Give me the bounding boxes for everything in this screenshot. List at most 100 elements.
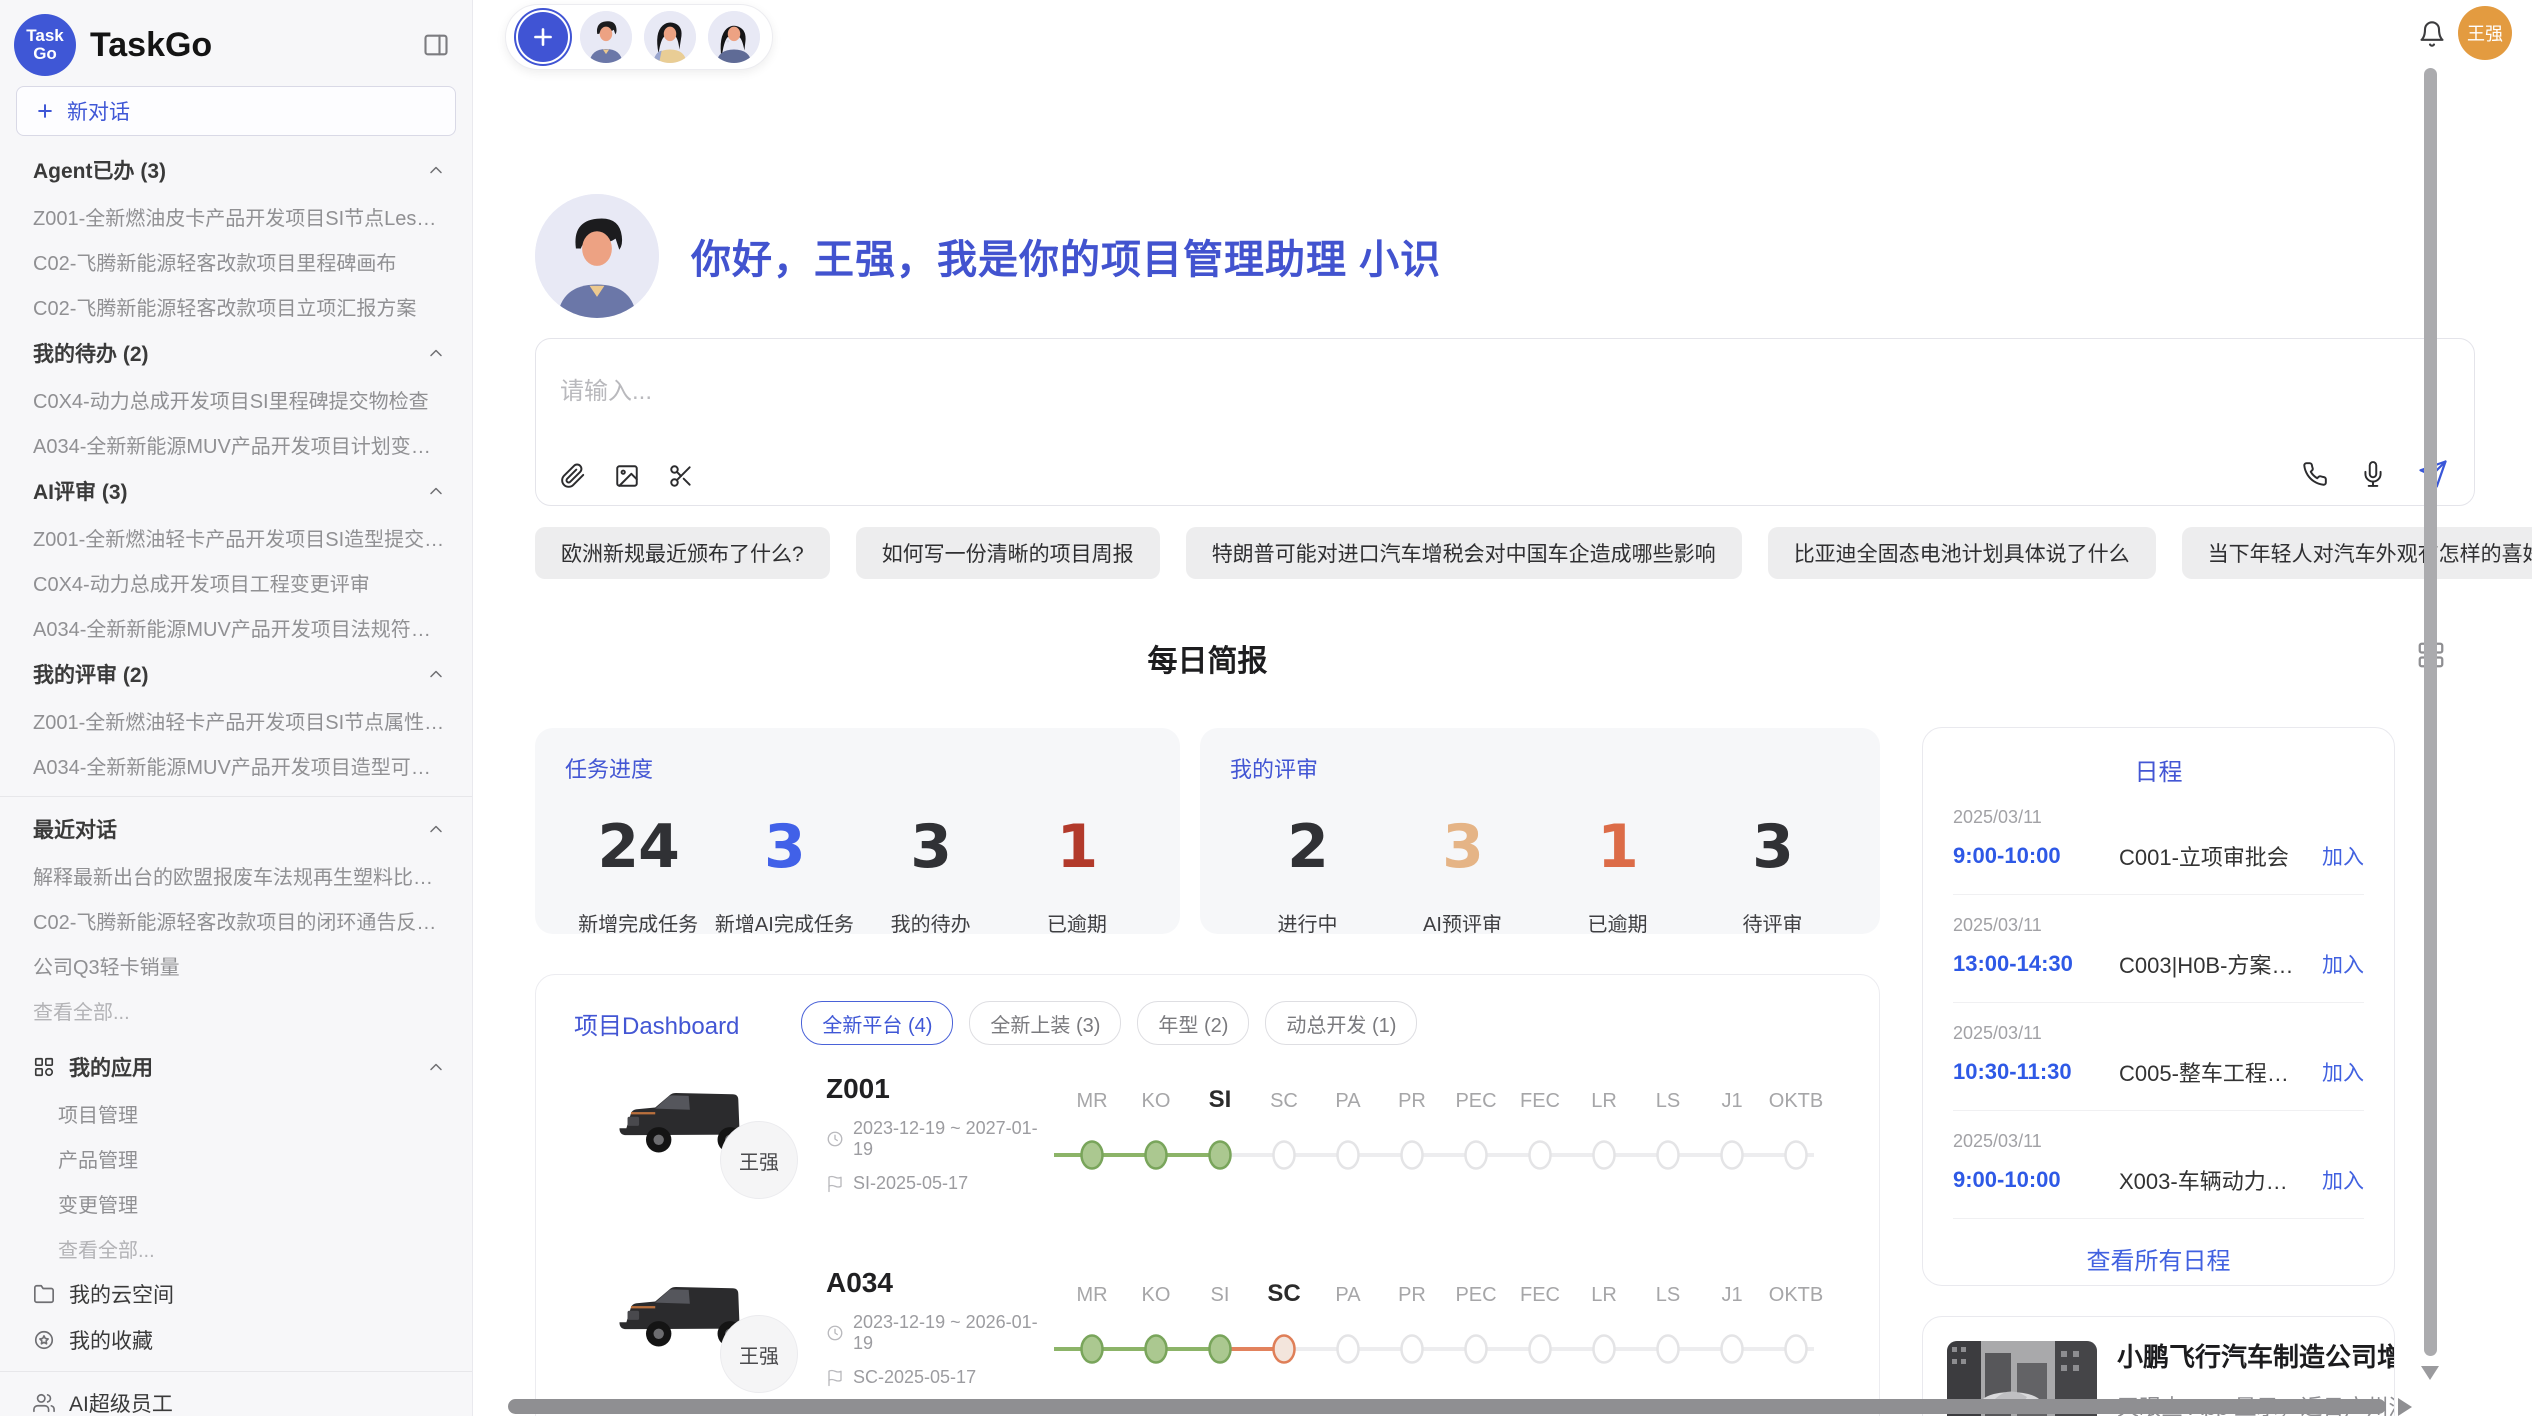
flag-icon — [826, 1369, 844, 1387]
sidebar-header: Task Go TaskGo — [0, 0, 472, 82]
stat-item: 1已逾期 — [1004, 812, 1150, 937]
sidebar-section-header[interactable]: 我的应用 — [0, 1043, 472, 1091]
svg-text:LR: LR — [1591, 1090, 1617, 1112]
chevron-up-icon[interactable] — [426, 160, 446, 180]
scroll-right-arrow-icon[interactable] — [2398, 1398, 2412, 1416]
schedule-item: 2025/03/1113:00-14:30C003|H0B-方案冻结评审加入 — [1953, 895, 2364, 1003]
project-milestone-flag: SI-2025-05-17 — [826, 1173, 1046, 1194]
sidebar-tool-people[interactable]: AI超级员工 — [0, 1380, 472, 1416]
section-title: 我的应用 — [69, 1052, 426, 1082]
new-chat-button[interactable]: 新对话 — [16, 86, 456, 136]
paperclip-icon[interactable] — [560, 463, 586, 489]
microphone-icon[interactable] — [2360, 461, 2386, 487]
app-item[interactable]: 产品管理 — [0, 1136, 472, 1181]
suggestion-chips: 欧洲新规最近颁布了什么? 如何写一份清晰的项目周报特朗普可能对进口汽车增税会对中国… — [535, 527, 2532, 579]
sidebar-task-item[interactable]: C0X4-动力总成开发项目SI里程碑提交物检查 — [0, 377, 472, 422]
view-all-chats-link[interactable]: 查看全部... — [0, 988, 472, 1033]
sidebar-task-item[interactable]: A034-全新新能源MUV产品开发项目造型可行性评审 — [0, 743, 472, 788]
dashboard-tab[interactable]: 全新上装 (3) — [969, 1001, 1121, 1045]
schedule-item-main: 9:00-10:00C001-立项审批会加入 — [1953, 840, 2364, 872]
sidebar-task-item[interactable]: Z001-全新燃油轻卡产品开发项目SI节点属性5D文件评审 — [0, 698, 472, 743]
sidebar-section-header[interactable]: AI评审 (3) — [0, 467, 472, 515]
chevron-up-icon[interactable] — [426, 343, 446, 363]
suggestion-chip[interactable]: 如何写一份清晰的项目周报 — [856, 527, 1160, 579]
svg-text:PEC: PEC — [1455, 1090, 1496, 1112]
input-toolbar — [560, 463, 694, 489]
chevron-up-icon[interactable] — [426, 664, 446, 684]
app-item[interactable]: 项目管理 — [0, 1091, 472, 1136]
svg-text:PA: PA — [1335, 1090, 1361, 1112]
sidebar-task-item[interactable]: Z001-全新燃油轻卡产品开发项目SI造型提交物评审 — [0, 515, 472, 560]
app-item[interactable]: 变更管理 — [0, 1181, 472, 1226]
stat-row: 24新增完成任务3新增AI完成任务3我的待办1已逾期 — [565, 812, 1150, 937]
sidebar-task-item[interactable]: Z001-全新燃油皮卡产品开发项目SI节点Lesson Learn报告 — [0, 194, 472, 239]
scroll-down-arrow-icon[interactable] — [2421, 1366, 2439, 1380]
divider — [0, 1371, 472, 1372]
agent-avatars — [580, 11, 760, 63]
sidebar-section-header[interactable]: 我的待办 (2) — [0, 329, 472, 377]
logo-line2: Go — [33, 45, 57, 63]
view-all-apps-link[interactable]: 查看全部... — [0, 1226, 472, 1271]
user-avatar[interactable]: 王强 — [2458, 6, 2512, 60]
sidebar-task-item[interactable]: C02-飞腾新能源轻客改款项目立项汇报方案 — [0, 284, 472, 329]
suggestion-chip[interactable]: 欧洲新规最近颁布了什么? — [535, 527, 830, 579]
horizontal-scrollbar[interactable] — [508, 1399, 2386, 1414]
sidebar-task-item[interactable]: C02-飞腾新能源轻客改款项目里程碑画布 — [0, 239, 472, 284]
scissors-icon[interactable] — [668, 463, 694, 489]
sidebar-section-header[interactable]: 我的评审 (2) — [0, 650, 472, 698]
recent-chat-item[interactable]: 公司Q3轻卡销量 — [0, 943, 472, 988]
sidebar-link-folder[interactable]: 我的云空间 — [0, 1271, 472, 1317]
stat-label: 我的待办 — [858, 908, 1004, 937]
recent-chat-item[interactable]: C02-飞腾新能源轻客改款项目的闭环通告反馈情况 — [0, 898, 472, 943]
sidebar-task-item[interactable]: C0X4-动力总成开发项目工程变更评审 — [0, 560, 472, 605]
join-link[interactable]: 加入 — [2322, 949, 2364, 979]
recent-chat-item[interactable]: 解释最新出台的欧盟报废车法规再生塑料比例被调至15%... — [0, 853, 472, 898]
dashboard-tab[interactable]: 动总开发 (1) — [1265, 1001, 1417, 1045]
stat-item: 2进行中 — [1230, 812, 1385, 937]
notifications-bell-icon[interactable] — [2418, 20, 2446, 48]
chevron-up-icon[interactable] — [426, 819, 446, 839]
suggestion-chip[interactable]: 当下年轻人对汽车外观有怎样的喜好趋势 — [2182, 527, 2532, 579]
chevron-up-icon[interactable] — [426, 481, 446, 501]
agent-avatar[interactable] — [644, 11, 696, 63]
chat-input[interactable] — [536, 339, 2474, 435]
section-title: 最近对话 — [33, 814, 426, 844]
svg-text:KO: KO — [1142, 1284, 1171, 1306]
stat-item: 1已逾期 — [1540, 812, 1695, 937]
project-info: Z0012023-12-19 ~ 2027-01-19SI-2025-05-17 — [826, 1073, 1046, 1194]
image-icon[interactable] — [614, 463, 640, 489]
date-range-text: 2023-12-19 ~ 2026-01-19 — [853, 1312, 1046, 1354]
divider — [0, 796, 472, 797]
schedule-item-main: 9:00-10:00X003-车辆动力学性能验...加入 — [1953, 1164, 2364, 1196]
join-link[interactable]: 加入 — [2322, 1165, 2364, 1195]
sidebar-section-header[interactable]: 最近对话 — [0, 805, 472, 853]
suggestion-chip[interactable]: 比亚迪全固态电池计划具体说了什么 — [1768, 527, 2156, 579]
sidebar-link-star-badge[interactable]: 我的收藏 — [0, 1317, 472, 1363]
card-title: 任务进度 — [565, 752, 1150, 784]
dashboard-header: 项目Dashboard 全新平台 (4)全新上装 (3)年型 (2)动总开发 (… — [574, 1001, 1841, 1045]
task-progress-card: 任务进度 24新增完成任务3新增AI完成任务3我的待办1已逾期 — [535, 728, 1180, 934]
sidebar-toggle-icon[interactable] — [422, 31, 450, 59]
dashboard-tab[interactable]: 全新平台 (4) — [801, 1001, 953, 1045]
dashboard-tab[interactable]: 年型 (2) — [1137, 1001, 1249, 1045]
divider — [1953, 1218, 2364, 1219]
sidebar-task-item[interactable]: A034-全新新能源MUV产品开发项目计划变更表编写 — [0, 422, 472, 467]
view-all-schedule-link[interactable]: 查看所有日程 — [1953, 1241, 2364, 1276]
milestone-flag-text: SI-2025-05-17 — [853, 1173, 968, 1194]
svg-text:FEC: FEC — [1520, 1090, 1560, 1112]
sidebar-link-label: 我的收藏 — [69, 1325, 153, 1355]
agent-avatar[interactable] — [708, 11, 760, 63]
chevron-up-icon[interactable] — [426, 1057, 446, 1077]
stat-item: 3AI预评审 — [1385, 812, 1540, 937]
suggestion-chip[interactable]: 特朗普可能对进口汽车增税会对中国车企造成哪些影响 — [1186, 527, 1742, 579]
add-agent-button[interactable] — [518, 12, 568, 62]
join-link[interactable]: 加入 — [2322, 841, 2364, 871]
sidebar-section-header[interactable]: Agent已办 (3) — [0, 146, 472, 194]
agent-avatar[interactable] — [580, 11, 632, 63]
join-link[interactable]: 加入 — [2322, 1057, 2364, 1087]
phone-icon[interactable] — [2302, 461, 2328, 487]
sidebar-task-item[interactable]: A034-全新新能源MUV产品开发项目法规符合性评审 — [0, 605, 472, 650]
vertical-scrollbar[interactable] — [2424, 68, 2437, 1356]
milestone-track: MRKOSISCPAPRPECFECLRLSJ1OKTB — [1042, 1263, 1852, 1393]
clock-icon — [826, 1324, 844, 1342]
